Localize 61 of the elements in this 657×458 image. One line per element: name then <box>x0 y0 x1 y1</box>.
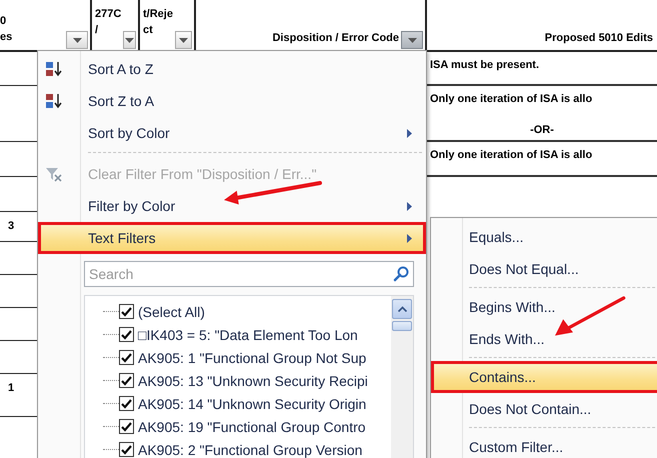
checkmark-icon <box>121 444 132 454</box>
table-cell: -OR- <box>530 124 554 136</box>
scroll-thumb[interactable] <box>392 321 412 331</box>
table-cell: 3 <box>8 220 14 232</box>
checkbox[interactable] <box>119 396 134 411</box>
checkmark-icon <box>121 422 132 432</box>
column-header: t/Reje ct <box>142 7 173 38</box>
menu-item[interactable]: Custom Filter... <box>431 431 657 458</box>
sort-ascending-icon <box>45 61 62 77</box>
checkmark-icon <box>121 352 132 362</box>
table-cell: 1 <box>8 382 14 394</box>
caret-icon <box>408 38 416 42</box>
checkmark-icon <box>121 330 132 340</box>
checkbox[interactable] <box>119 442 134 457</box>
column-header: Proposed 5010 Edits <box>544 31 654 46</box>
filter-dropdown-button[interactable] <box>123 31 136 49</box>
sort-descending-icon <box>45 93 62 109</box>
menu-item[interactable]: Sort by Color <box>38 117 426 149</box>
list-item-label[interactable]: AK905: 14 "Unknown Security Origin <box>138 396 366 412</box>
list-item-label[interactable]: AK905: 19 "Functional Group Contro <box>138 418 366 434</box>
menu-item[interactable]: Filter by Color <box>38 190 426 222</box>
scrollbar[interactable] <box>391 296 413 458</box>
column-header: 277C / <box>94 7 122 38</box>
checkbox[interactable] <box>119 373 134 388</box>
menu-item[interactable]: Does Not Equal... <box>431 253 657 285</box>
caret-icon <box>72 38 82 42</box>
checkbox[interactable] <box>119 304 134 319</box>
column-header: Disposition / Error Code <box>272 31 399 46</box>
menu-item[interactable]: Contains... <box>431 361 657 393</box>
caret-icon <box>178 38 188 42</box>
search-icon <box>393 266 409 282</box>
menu-item[interactable]: Text Filters <box>38 222 426 254</box>
list-item-label[interactable]: AK905: 13 "Unknown Security Recipi <box>138 372 368 388</box>
filter-dropdown-button[interactable] <box>401 31 423 49</box>
clear-filter-icon <box>45 166 62 182</box>
checkmark-icon <box>121 376 132 386</box>
table-cell-text: Only one iteration of ISA is allo <box>430 93 594 105</box>
list-item-label[interactable]: (Select All) <box>138 304 205 320</box>
menu-item[interactable]: Begins With... <box>431 291 657 323</box>
column-header: 0 es <box>0 14 12 45</box>
menu-item[interactable]: Equals... <box>431 221 657 253</box>
table-cell-text: ISA must be present. <box>430 59 540 71</box>
checkbox[interactable] <box>119 350 134 365</box>
table-cell-text: Only one iteration of ISA is allo <box>430 149 594 161</box>
checkmark-icon <box>121 306 132 316</box>
checkbox[interactable] <box>119 419 134 434</box>
filter-dropdown-button[interactable] <box>66 31 88 49</box>
caret-icon <box>125 38 134 42</box>
scroll-up-button[interactable] <box>392 299 412 319</box>
checkbox[interactable] <box>119 327 134 342</box>
chevron-up-icon <box>398 306 406 312</box>
menu-item[interactable]: Sort A to Z <box>38 53 426 85</box>
search-field[interactable]: Search <box>84 261 414 287</box>
checkmark-icon <box>121 398 132 408</box>
filter-dropdown-button[interactable] <box>174 31 192 49</box>
list-item-label[interactable]: AK905: 2 "Functional Group Version <box>138 442 362 458</box>
list-item-label[interactable]: □IK403 = 5: "Data Element Too Lon <box>138 326 358 342</box>
menu-item[interactable]: Sort Z to A <box>38 85 426 117</box>
list-item-label[interactable]: AK905: 1 "Functional Group Not Sup <box>138 350 366 366</box>
menu-item[interactable]: Does Not Contain... <box>431 393 657 425</box>
menu-item[interactable]: Ends With... <box>431 323 657 355</box>
